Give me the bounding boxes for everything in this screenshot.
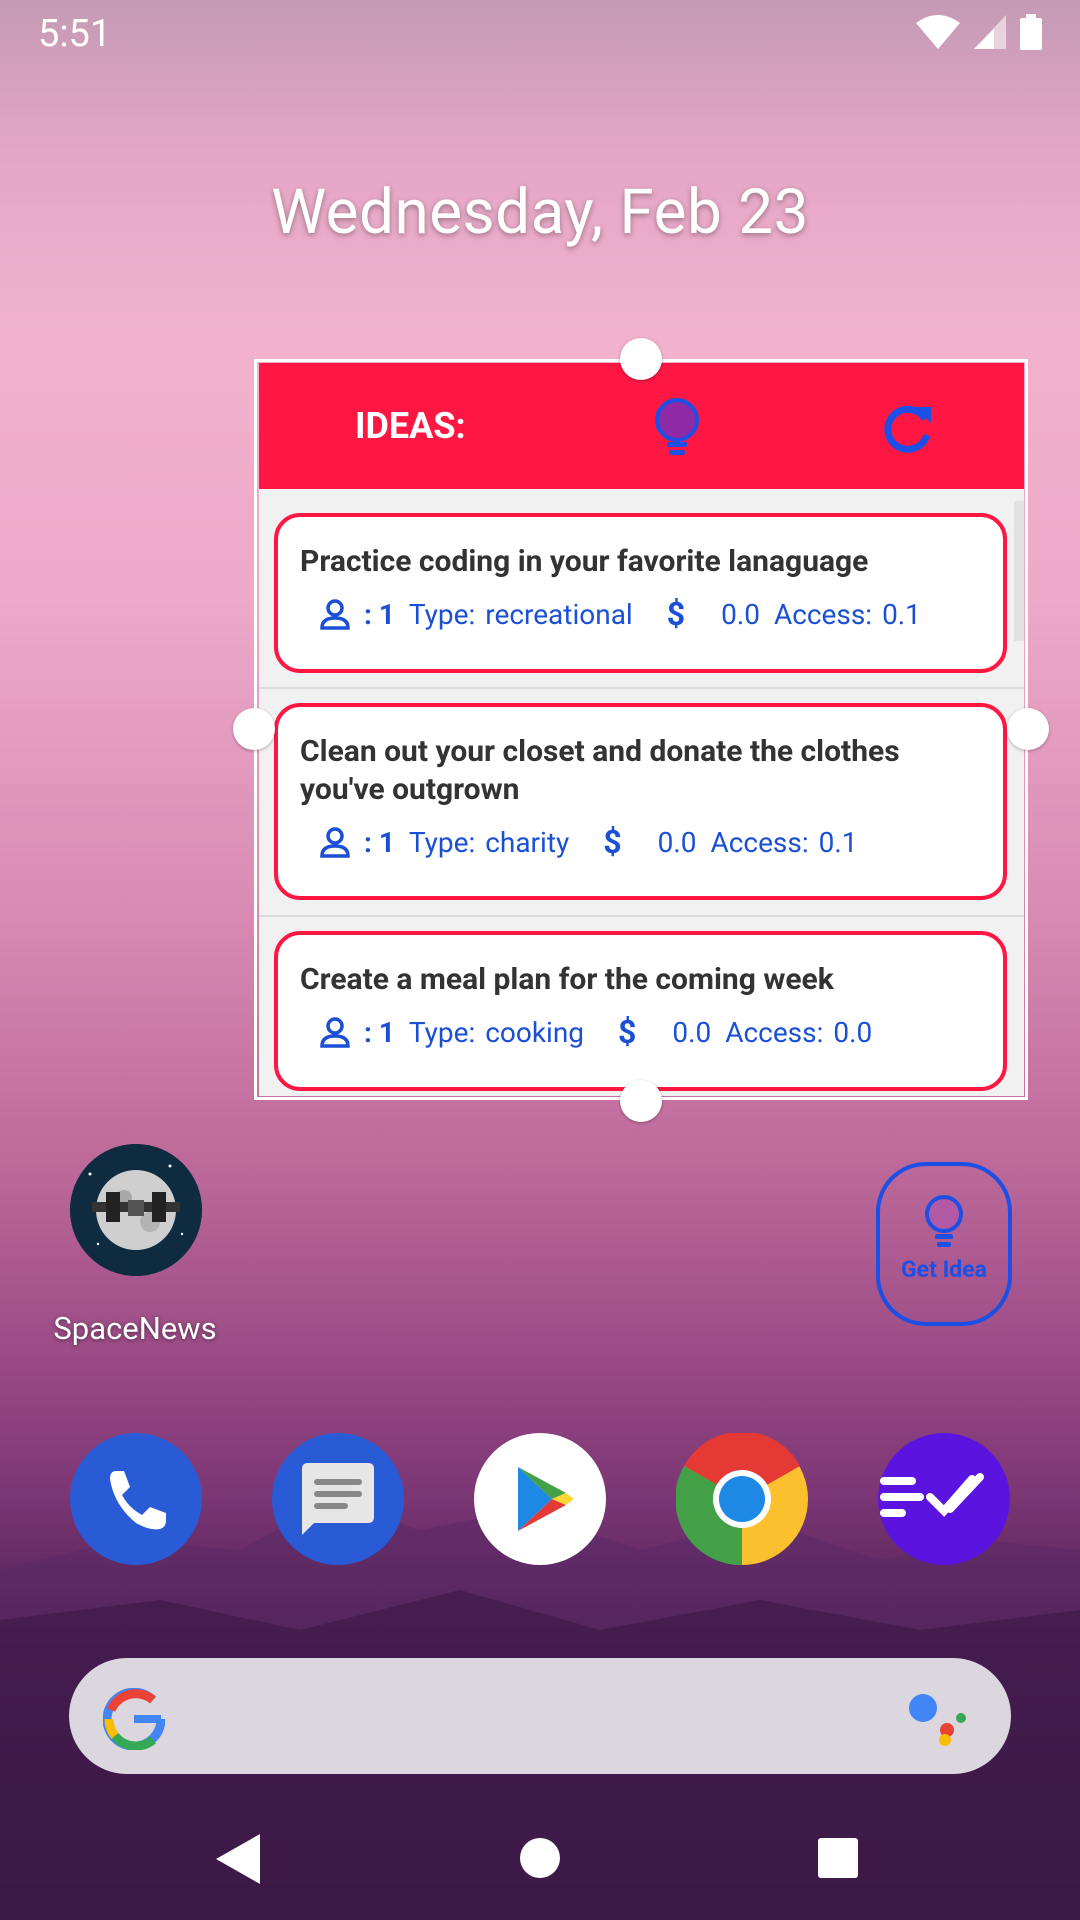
- dollar-icon: $: [603, 823, 622, 861]
- participants-count: : 1: [364, 825, 395, 859]
- idea-meta: : 1 Type: recreational $ 0.0 Access: 0.1: [300, 595, 981, 633]
- messages-icon: [302, 1463, 374, 1535]
- access-value: 0.0: [833, 1015, 873, 1049]
- refresh-icon[interactable]: [881, 401, 937, 457]
- phone-icon: [110, 1471, 166, 1530]
- idea-card[interactable]: Create a meal plan for the coming week :…: [274, 931, 1007, 1091]
- type-value: cooking: [485, 1015, 585, 1049]
- dollar-icon: $: [666, 595, 686, 633]
- price-value: 0.0: [672, 1015, 712, 1049]
- resize-handle-top[interactable]: [620, 338, 662, 380]
- idea-card[interactable]: Practice coding in your favorite lanagua…: [274, 513, 1007, 673]
- wifi-icon: [916, 15, 960, 49]
- idea-title: Clean out your closet and donate the clo…: [300, 734, 900, 807]
- type-value: recreational: [485, 597, 633, 631]
- resize-handle-bottom[interactable]: [620, 1080, 662, 1122]
- dock-phone[interactable]: [70, 1433, 202, 1565]
- resize-handle-left[interactable]: [233, 708, 275, 750]
- tasks-icon: [880, 1473, 984, 1517]
- get-idea-button[interactable]: Get Idea: [876, 1162, 1012, 1326]
- spacenews-icon: [70, 1144, 202, 1276]
- get-idea-label: Get Idea: [900, 1256, 987, 1283]
- type-label: Type:: [408, 825, 476, 859]
- access-label: Access:: [773, 597, 873, 631]
- date-display[interactable]: Wednesday, Feb 23: [0, 176, 1080, 249]
- recents-icon[interactable]: [818, 1838, 858, 1878]
- person-icon: [320, 827, 350, 858]
- widget-title: IDEAS:: [355, 405, 466, 447]
- dock-tasks[interactable]: [878, 1433, 1010, 1565]
- dock-chrome[interactable]: [675, 1431, 808, 1566]
- card-divider: [259, 915, 1024, 917]
- spacenews-label: SpaceNews: [53, 1310, 217, 1347]
- status-bar: 5:51: [0, 0, 1080, 66]
- access-label: Access:: [710, 825, 809, 859]
- idea-card[interactable]: Clean out your closet and donate the clo…: [274, 703, 1007, 900]
- type-value: charity: [485, 825, 570, 859]
- card-divider: [259, 687, 1024, 689]
- status-clock: 5:51: [38, 12, 112, 56]
- person-icon: [320, 599, 350, 630]
- type-label: Type:: [408, 1015, 476, 1049]
- cell-signal-icon: [974, 15, 1006, 49]
- home-icon[interactable]: [520, 1838, 560, 1878]
- dock-messages[interactable]: [272, 1433, 404, 1565]
- person-icon: [320, 1017, 350, 1048]
- google-search-bar[interactable]: [69, 1658, 1011, 1774]
- access-value: 0.1: [882, 597, 921, 631]
- type-label: Type:: [408, 597, 476, 631]
- access-value: 0.1: [818, 825, 858, 859]
- app-spacenews[interactable]: SpaceNews: [40, 1144, 230, 1354]
- access-label: Access:: [725, 1015, 824, 1049]
- dock-play-store[interactable]: [474, 1433, 606, 1565]
- widget-header: IDEAS:: [259, 363, 1024, 489]
- dollar-icon: $: [618, 1013, 637, 1051]
- chrome-icon: [675, 1431, 808, 1566]
- idea-meta: : 1 Type: cooking $ 0.0 Access: 0.0: [300, 1013, 981, 1051]
- price-value: 0.0: [721, 597, 760, 631]
- idea-title: Practice coding in your favorite lanagua…: [300, 544, 869, 579]
- lightbulb-icon: [925, 1195, 963, 1247]
- back-icon[interactable]: [216, 1834, 260, 1884]
- lightbulb-icon[interactable]: [649, 398, 705, 458]
- ideas-widget[interactable]: IDEAS: Practice coding in your favorite …: [259, 363, 1024, 1096]
- assistant-icon[interactable]: [907, 1690, 969, 1746]
- play-store-icon: [518, 1467, 574, 1531]
- idea-meta: : 1 Type: charity $ 0.0 Access: 0.1: [300, 823, 981, 861]
- google-icon: [103, 1688, 165, 1750]
- battery-icon: [1020, 14, 1042, 50]
- participants-count: : 1: [364, 1015, 395, 1049]
- participants-count: : 1: [364, 597, 395, 631]
- resize-handle-right[interactable]: [1007, 708, 1049, 750]
- price-value: 0.0: [657, 825, 697, 859]
- widget-scrollbar[interactable]: [1014, 501, 1024, 641]
- idea-title: Create a meal plan for the coming week: [300, 962, 834, 997]
